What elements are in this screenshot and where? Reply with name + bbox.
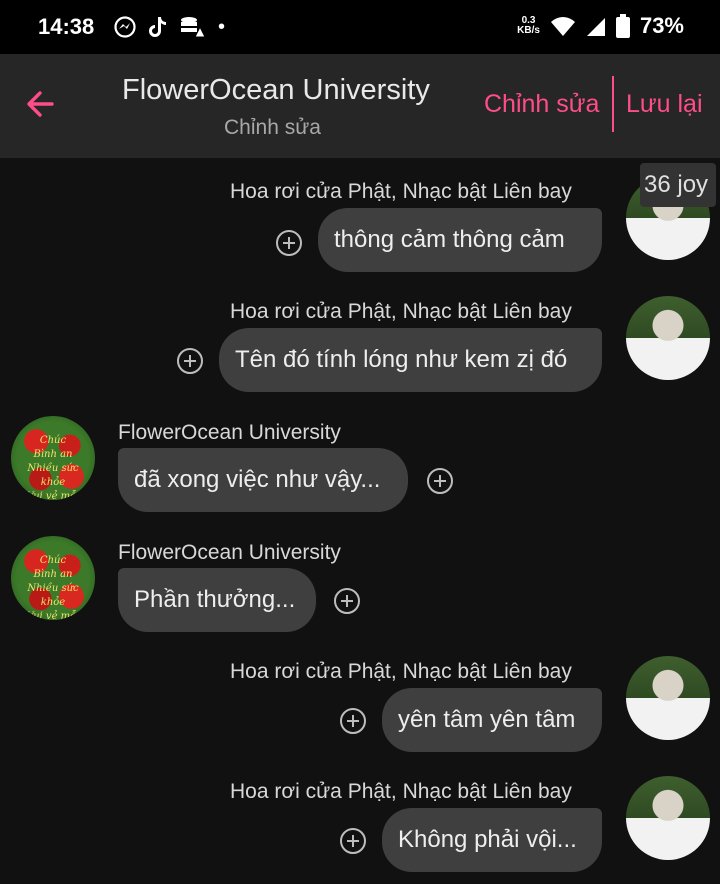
message-sender: Hoa rơi cửa Phật, Nhạc bật Liên bay [230,300,572,323]
add-reaction-button[interactable] [427,468,453,494]
data-warning-icon [181,17,206,38]
battery-icon [615,14,630,38]
avatar[interactable] [626,776,710,860]
message-sender: Hoa rơi cửa Phật, Nhạc bật Liên bay [230,660,572,683]
add-reaction-button[interactable] [177,348,203,374]
message-bubble[interactable]: đã xong việc như vậy... [118,448,408,512]
network-speed: 0.3 KB/s [517,16,540,36]
page-subtitle: Chỉnh sửa [224,116,321,139]
message-bubble[interactable]: thông cảm thông cảm [318,208,602,272]
back-arrow-icon[interactable] [22,84,62,124]
avatar-caption-line: Nhiều sức khỏe [27,583,79,608]
add-reaction-button[interactable] [334,588,360,614]
avatar[interactable] [626,296,710,380]
message-bubble[interactable]: Không phải vội... [382,808,602,872]
status-bar: 14:38 • 0.3 KB/s 73% [0,0,720,54]
notification-icons: • [114,15,225,39]
avatar-caption-line: Chúc [39,435,67,446]
add-reaction-button[interactable] [340,708,366,734]
message-sender: FlowerOcean University [118,541,341,564]
avatar[interactable] [626,656,710,740]
save-button[interactable]: Lưu lại [626,90,703,119]
add-reaction-button[interactable] [340,828,366,854]
message-bubble[interactable]: yên tâm yên tâm [382,688,602,752]
app-header: FlowerOcean University Chỉnh sửa Chỉnh s… [0,54,720,158]
avatar-caption-line: Bình an [33,449,73,460]
avatar-caption-line: Vui vẻ mỗi ngày [26,611,80,620]
avatar-caption-line: Chúc [39,555,67,566]
speed-unit: KB/s [517,25,540,36]
message-sender: Hoa rơi cửa Phật, Nhạc bật Liên bay [230,780,572,803]
status-badge: 36 joy [640,163,716,207]
avatar-caption: Chúc Bình an Nhiều sức khỏe Vui vẻ mỗi n… [17,434,89,500]
clock: 14:38 [38,14,95,39]
avatar-caption-line: Vui vẻ mỗi ngày [26,491,80,500]
battery-percent: 73% [639,13,684,38]
message-bubble[interactable]: Tên đó tính lóng như kem zị đó [219,328,602,392]
message-bubble[interactable]: Phần thưởng... [118,568,316,632]
avatar[interactable]: Chúc Bình an Nhiều sức khỏe Vui vẻ mỗi n… [11,416,95,500]
avatar[interactable]: Chúc Bình an Nhiều sức khỏe Vui vẻ mỗi n… [11,536,95,620]
wifi-icon [550,17,575,36]
dot-icon: • [218,16,226,38]
tiktok-icon [149,17,166,37]
add-reaction-button[interactable] [276,230,302,256]
edit-button[interactable]: Chỉnh sửa [484,90,599,119]
avatar-caption-line: Bình an [33,569,73,580]
avatar-caption: Chúc Bình an Nhiều sức khỏe Vui vẻ mỗi n… [17,554,89,620]
system-icons: 0.3 KB/s 73% [517,13,684,39]
messenger-icon [114,16,136,38]
message-sender: Hoa rơi cửa Phật, Nhạc bật Liên bay [230,180,572,203]
page-title: FlowerOcean University [122,74,430,106]
cellular-signal-icon [586,18,605,36]
message-sender: FlowerOcean University [118,421,341,444]
header-divider [612,76,614,132]
avatar-caption-line: Nhiều sức khỏe [27,463,79,488]
